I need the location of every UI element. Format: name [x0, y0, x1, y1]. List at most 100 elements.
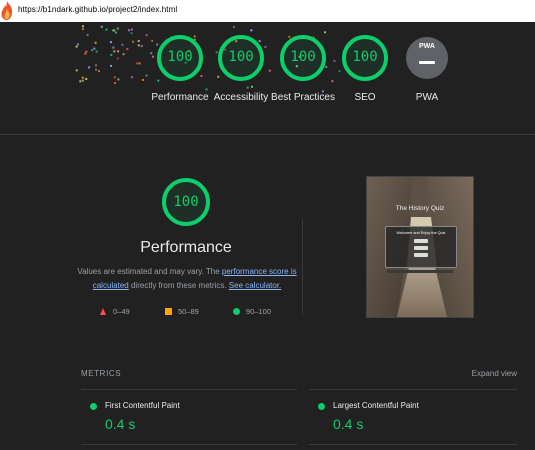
metrics-divider — [81, 444, 297, 445]
confetti-piece — [110, 53, 113, 56]
address-bar[interactable]: https://b1ndark.github.io/project2/index… — [0, 0, 535, 23]
confetti-piece — [82, 28, 84, 31]
confetti-piece — [100, 25, 103, 28]
screenshot-title: The History Quiz — [395, 205, 445, 212]
confetti-piece — [152, 55, 154, 58]
score-summary: 100 Performance 100 Accessibility 100 Be… — [0, 22, 535, 135]
confetti-piece — [132, 40, 135, 43]
confetti-piece — [116, 27, 119, 30]
confetti-piece — [131, 76, 134, 79]
screenshot-button — [414, 253, 428, 257]
confetti-piece — [117, 50, 120, 53]
expand-view-button[interactable]: Expand view — [472, 369, 517, 378]
confetti-piece — [324, 31, 326, 34]
confetti-piece — [145, 74, 148, 77]
pwa-badge[interactable]: PWA — [406, 37, 448, 79]
pwa-badge-text: PWA — [419, 43, 435, 50]
pwa-dash-icon — [419, 61, 435, 64]
confetti-piece — [95, 64, 97, 67]
confetti-piece — [98, 70, 100, 72]
confetti-piece — [121, 43, 124, 46]
gauge-score: 100 — [228, 49, 254, 65]
confetti-piece — [333, 60, 336, 62]
confetti-piece — [145, 34, 148, 37]
confetti-piece — [130, 28, 133, 31]
gauge-score: 100 — [290, 49, 316, 65]
confetti-piece — [88, 66, 91, 69]
confetti-piece — [117, 78, 120, 81]
gauge-best-practices[interactable]: 100 — [278, 34, 328, 82]
performance-title: Performance — [140, 239, 232, 256]
confetti-piece — [95, 50, 98, 53]
confetti-piece — [112, 46, 115, 49]
confetti-piece — [126, 48, 129, 51]
confetti-piece — [105, 28, 108, 31]
screenshot-button — [414, 246, 428, 250]
confetti-piece — [95, 68, 98, 71]
confetti-piece — [85, 50, 88, 53]
confetti-piece — [137, 44, 140, 47]
confetti-piece — [268, 69, 271, 72]
screenshot-welcome: Welcome and Enjoy the Quiz — [396, 231, 446, 235]
confetti-piece — [138, 62, 141, 65]
confetti-piece — [94, 41, 97, 44]
confetti-piece — [114, 82, 116, 84]
gauge-accessibility[interactable]: 100 — [216, 34, 266, 82]
gauge-performance[interactable]: 100 — [155, 34, 205, 82]
confetti-piece — [113, 50, 116, 53]
confetti-piece — [75, 45, 78, 48]
confetti-piece — [128, 29, 130, 32]
confetti-piece — [140, 45, 143, 48]
confetti-piece — [75, 69, 78, 72]
confetti-piece — [82, 25, 84, 28]
performance-gauge: 100 — [162, 178, 210, 228]
gauge-score: 100 — [352, 49, 378, 65]
confetti-piece — [85, 77, 88, 80]
flame-icon — [1, 1, 13, 20]
confetti-piece — [84, 52, 87, 55]
see-calculator-link[interactable]: See calculator. — [229, 281, 281, 290]
confetti-piece — [135, 62, 138, 65]
confetti-piece — [112, 29, 115, 32]
gauge-score: 100 — [167, 49, 193, 65]
metric-value-fcp: 0.4 s — [105, 416, 136, 432]
performance-score: 100 — [173, 194, 199, 210]
confetti-piece — [250, 29, 253, 32]
confetti-piece — [331, 80, 334, 83]
confetti-piece — [251, 85, 253, 88]
confetti-piece — [150, 52, 153, 55]
metric-value-lcp: 0.4 s — [333, 416, 364, 432]
gauge-label-pwa: PWA — [415, 92, 439, 103]
confetti-piece — [79, 80, 82, 83]
metrics-divider — [309, 389, 517, 390]
square-icon — [165, 308, 172, 315]
confetti-piece — [86, 33, 89, 36]
confetti-piece — [113, 76, 116, 79]
confetti-piece — [81, 76, 84, 79]
gauge-seo[interactable]: 100 — [340, 34, 390, 82]
confetti-piece — [116, 57, 119, 60]
triangle-icon — [100, 308, 106, 315]
confetti-piece — [122, 53, 125, 56]
confetti-piece — [93, 47, 96, 50]
confetti-piece — [151, 39, 154, 42]
metrics-divider — [309, 444, 517, 445]
confetti-piece — [137, 40, 140, 42]
confetti-piece — [81, 79, 84, 82]
circle-icon — [233, 308, 240, 315]
performance-note: Values are estimated and may vary. The p… — [77, 267, 297, 290]
confetti-piece — [130, 32, 133, 35]
pass-circle-icon — [90, 403, 97, 410]
screenshot-button — [414, 239, 428, 243]
confetti-piece — [110, 64, 112, 67]
page-screenshot[interactable]: The History Quiz Welcome and Enjoy the Q… — [366, 176, 474, 318]
confetti-piece — [232, 25, 235, 28]
confetti-piece — [91, 49, 94, 52]
screenshot-card: Welcome and Enjoy the Quiz — [385, 226, 457, 268]
confetti-piece — [109, 41, 112, 44]
confetti-decoration — [75, 25, 341, 93]
section-divider — [302, 220, 303, 315]
confetti-piece — [246, 86, 249, 89]
url-text[interactable]: https://b1ndark.github.io/project2/index… — [18, 5, 177, 14]
confetti-piece — [114, 31, 117, 34]
